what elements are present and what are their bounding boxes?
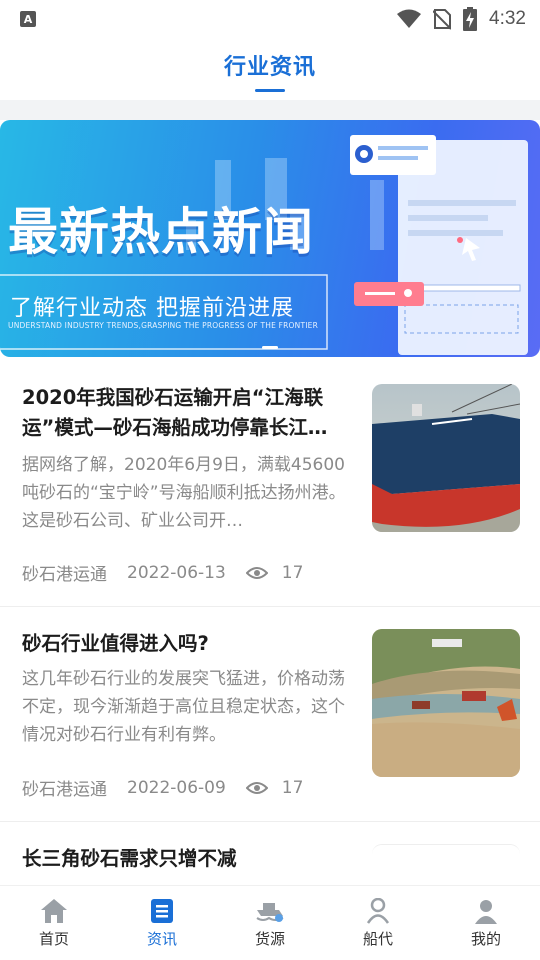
bottom-tab-bar: 首页 资讯 货源 船代 我的 (0, 885, 540, 960)
clock: 4:32 (489, 8, 526, 29)
quarry-photo (372, 629, 520, 777)
cargo-icon (256, 903, 284, 922)
news-summary: 这几年砂石行业的发展突飞猛进，价格动荡不定，现今渐渐趋于高位且稳定状态，这个情况… (22, 669, 345, 745)
news-date: 2022-06-09 (127, 777, 226, 798)
tab-label: 首页 (38, 930, 69, 948)
page-header: 行业资讯 (0, 38, 540, 100)
news-banner[interactable]: 最新热点新闻 了解行业动态 把握前沿进展 UNDERSTAND INDUSTRY… (0, 120, 540, 357)
status-bar: A 4:32 (0, 0, 540, 38)
tab-ship-agent[interactable]: 船代 (324, 886, 432, 960)
news-icon (151, 899, 173, 923)
status-icons: 4:32 (397, 7, 526, 31)
divider (0, 100, 540, 120)
battery-charging-icon (463, 7, 478, 31)
tab-profile[interactable]: 我的 (432, 886, 540, 960)
tab-label: 货源 (254, 930, 285, 948)
tab-news[interactable]: 资讯 (108, 886, 216, 960)
news-item[interactable]: 长三角砂石需求只增不减 (0, 822, 540, 885)
title-underline (255, 88, 285, 92)
news-meta: 砂石港运通 2022-06-09 17 (22, 775, 304, 801)
ship-photo (372, 384, 520, 532)
news-title[interactable]: 2020年我国砂石运输开启“江海联运”模式—砂石海船成功停靠长江… (22, 383, 362, 443)
news-thumbnail[interactable] (372, 844, 520, 885)
news-item[interactable]: 砂石行业值得进入吗? 这几年砂石行业的发展突飞猛进，价格动荡不定，现今渐渐趋于高… (0, 607, 540, 822)
carousel-indicator[interactable] (262, 346, 278, 349)
page-title: 行业资讯 (223, 54, 316, 80)
tab-label: 船代 (362, 930, 393, 948)
view-count: 17 (281, 777, 304, 798)
news-source: 砂石港运通 (22, 565, 107, 585)
banner-subtitle: 了解行业动态 把握前沿进展 (10, 296, 294, 321)
news-source: 砂石港运通 (22, 780, 107, 800)
no-sim-icon (433, 9, 452, 30)
news-item[interactable]: 2020年我国砂石运输开启“江海联运”模式—砂石海船成功停靠长江… 据网络了解，… (0, 357, 540, 607)
eye-icon (245, 566, 268, 580)
tab-home[interactable]: 首页 (0, 886, 108, 960)
home-icon (41, 899, 67, 923)
banner-subtitle-en: UNDERSTAND INDUSTRY TRENDS,GRASPING THE … (8, 321, 318, 330)
news-thumbnail[interactable] (372, 384, 520, 532)
tab-label: 我的 (470, 930, 501, 948)
news-title[interactable]: 长三角砂石需求只增不减 (22, 844, 362, 874)
ship-agent-icon (366, 898, 390, 924)
news-date: 2022-06-13 (127, 562, 226, 583)
wifi-icon (397, 9, 422, 28)
news-title[interactable]: 砂石行业值得进入吗? (22, 629, 362, 659)
eye-icon (245, 781, 268, 795)
news-summary: 据网络了解，2020年6月9日，满载45600吨砂石的“宝宁岭”号海船顺利抵达扬… (22, 455, 346, 531)
notification-a-icon: A (20, 11, 36, 27)
profile-icon (475, 900, 497, 924)
news-meta: 砂石港运通 2022-06-13 17 (22, 560, 304, 586)
news-thumbnail[interactable] (372, 629, 520, 777)
view-count: 17 (281, 562, 304, 583)
banner-title: 最新热点新闻 (8, 203, 314, 261)
tab-cargo[interactable]: 货源 (216, 886, 324, 960)
tab-label: 资讯 (146, 930, 177, 948)
